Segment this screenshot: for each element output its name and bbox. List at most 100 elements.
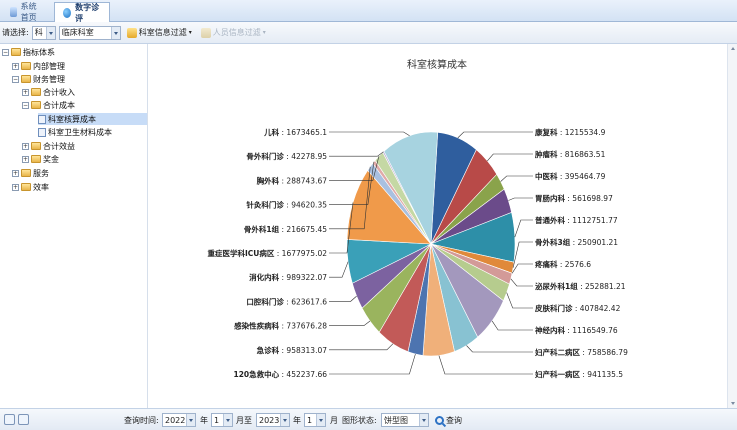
end-month-select[interactable]: 1 <box>304 413 326 427</box>
tree-item-efficiency[interactable]: + 效率 <box>12 181 49 193</box>
start-month-select[interactable]: 1 <box>211 413 233 427</box>
query-button-label: 查询 <box>446 415 462 425</box>
label-leader-line <box>329 320 371 326</box>
expand-icon[interactable]: + <box>12 62 19 70</box>
tree-item-total-income[interactable]: + 合计收入 <box>22 86 75 98</box>
category-select[interactable]: 科 <box>31 25 56 40</box>
slice-label: 皮肤科门诊 : 407842.42 <box>534 303 621 313</box>
label-leader-line <box>511 263 533 274</box>
department-filter-button[interactable]: 科室信息过滤 ▾ <box>124 25 195 41</box>
query-button[interactable]: 查询 <box>435 413 462 427</box>
expand-icon[interactable]: + <box>22 155 29 163</box>
tree-item-label: 服务 <box>33 168 49 178</box>
label-leader-line <box>487 153 533 162</box>
tree-item-label: 合计成本 <box>43 100 75 110</box>
slice-label: 神经内科 : 1116549.76 <box>535 325 618 335</box>
folder-icon <box>21 62 31 70</box>
slice-label: 胸外科 : 288743.67 <box>257 175 328 185</box>
tree-item-dept-material-cost[interactable]: 科室卫生材料成本 <box>38 126 112 138</box>
slice-label: 胃肠内科 : 561698.97 <box>535 193 613 203</box>
pie-chart: 科室核算成本 康复科 : 1215534.9 肿瘤科 : 816863.51 中医科… <box>207 58 628 379</box>
chevron-down-icon <box>45 26 55 39</box>
chevron-down-icon: ▾ <box>188 29 192 36</box>
month-to-label: 月至 <box>236 415 252 425</box>
toolbar: 请选择: 科 临床科室 科室信息过滤 ▾ 人员信息过滤 ▾ <box>0 22 737 44</box>
select-label: 请选择: <box>2 28 29 37</box>
tree-item-finance-management[interactable]: − 财务管理 <box>12 73 65 85</box>
tab-digital-evaluation-label: 数字诊评 <box>75 2 100 23</box>
chevron-down-icon <box>110 26 120 39</box>
label-leader-line <box>329 151 384 157</box>
tab-digital-evaluation[interactable]: 数字诊评 <box>54 2 110 23</box>
tree-item-label: 内部管理 <box>33 61 65 71</box>
refresh-icon[interactable] <box>4 414 15 425</box>
tree-item-label: 科室卫生材料成本 <box>48 127 112 137</box>
folder-icon <box>11 48 21 56</box>
collapse-icon[interactable]: − <box>12 75 19 83</box>
label-leader-line <box>329 295 357 302</box>
tree-item-label: 财务管理 <box>33 74 65 84</box>
bottom-query-bar: 查询时间: 2022 年 1 月至 2023 年 1 月 图形状态: 饼型图 查… <box>0 408 737 430</box>
slice-label: 妇产科二病区 : 758586.79 <box>534 347 628 357</box>
staff-filter-button[interactable]: 人员信息过滤 ▾ <box>198 25 269 41</box>
slice-label: 骨外科3组 : 250901.21 <box>535 237 618 247</box>
tab-home[interactable]: 系统首页 <box>2 2 50 22</box>
department-filter-label: 科室信息过滤 <box>138 28 187 37</box>
category-select-value: 科 <box>34 28 43 37</box>
tree-item-indicator-system[interactable]: − 指标体系 <box>2 46 55 58</box>
collapse-icon[interactable]: − <box>22 101 29 109</box>
month-label: 月 <box>330 415 338 425</box>
globe-icon <box>63 7 72 18</box>
tree-item-service[interactable]: + 服务 <box>12 167 49 179</box>
chart-state-value: 饼型图 <box>384 415 408 425</box>
slice-label: 肿瘤科 : 816863.51 <box>534 149 606 159</box>
expand-icon[interactable]: + <box>22 142 29 150</box>
document-icon <box>38 127 46 137</box>
label-leader-line <box>500 175 533 182</box>
folder-icon <box>21 75 31 83</box>
home-icon <box>10 7 17 17</box>
start-year-value: 2022 <box>165 415 186 425</box>
query-time-label: 查询时间: <box>124 415 159 425</box>
tree-item-bonus[interactable]: + 奖金 <box>22 153 59 165</box>
label-leader-line <box>329 354 416 375</box>
label-leader-line <box>514 219 533 238</box>
department-select-value: 临床科室 <box>61 28 94 37</box>
slice-label: 康复科 : 1215534.9 <box>535 127 606 137</box>
chevron-down-icon <box>223 414 232 426</box>
tree-item-total-cost[interactable]: − 合计成本 <box>22 99 75 111</box>
folder-icon <box>31 142 41 150</box>
folder-icon <box>21 169 31 177</box>
tree-item-internal-management[interactable]: + 内部管理 <box>12 60 65 72</box>
expand-icon[interactable]: + <box>12 169 19 177</box>
expand-icon[interactable]: + <box>12 183 19 191</box>
vertical-scrollbar[interactable] <box>727 44 737 408</box>
folder-icon <box>31 155 41 163</box>
collapse-icon[interactable]: − <box>2 48 9 56</box>
slice-label: 120急救中心 : 452237.66 <box>233 369 327 379</box>
end-year-select[interactable]: 2023 <box>256 413 290 427</box>
label-leader-line <box>466 345 533 353</box>
tree-item-total-benefit[interactable]: + 合计效益 <box>22 140 75 152</box>
tab-bar: 系统首页 数字诊评 <box>0 0 737 23</box>
department-select[interactable]: 临床科室 <box>58 25 121 40</box>
slice-label: 骨外科1组 : 216675.45 <box>244 224 327 234</box>
start-year-select[interactable]: 2022 <box>162 413 196 427</box>
slice-label: 急诊科 : 958313.07 <box>257 345 328 355</box>
search-icon <box>435 415 444 425</box>
slice-label: 感染性疾病科 : 737676.28 <box>234 321 327 331</box>
slice-label: 重症医学科ICU病区 : 1677975.02 <box>207 248 327 258</box>
end-year-value: 2023 <box>259 415 280 425</box>
label-leader-line <box>329 261 349 278</box>
tab-home-label: 系统首页 <box>20 2 37 22</box>
label-leader-line <box>508 197 533 201</box>
label-leader-line <box>457 131 533 139</box>
tree-item-dept-accounting-cost[interactable]: 科室核算成本 <box>38 113 147 125</box>
export-icon[interactable] <box>18 414 29 425</box>
expand-icon[interactable]: + <box>22 88 29 96</box>
chart-state-select[interactable]: 饼型图 <box>381 413 429 427</box>
chart-title: 科室核算成本 <box>407 58 467 71</box>
filter-icon <box>126 27 137 38</box>
year-label: 年 <box>200 415 208 425</box>
chevron-down-icon <box>280 414 289 426</box>
